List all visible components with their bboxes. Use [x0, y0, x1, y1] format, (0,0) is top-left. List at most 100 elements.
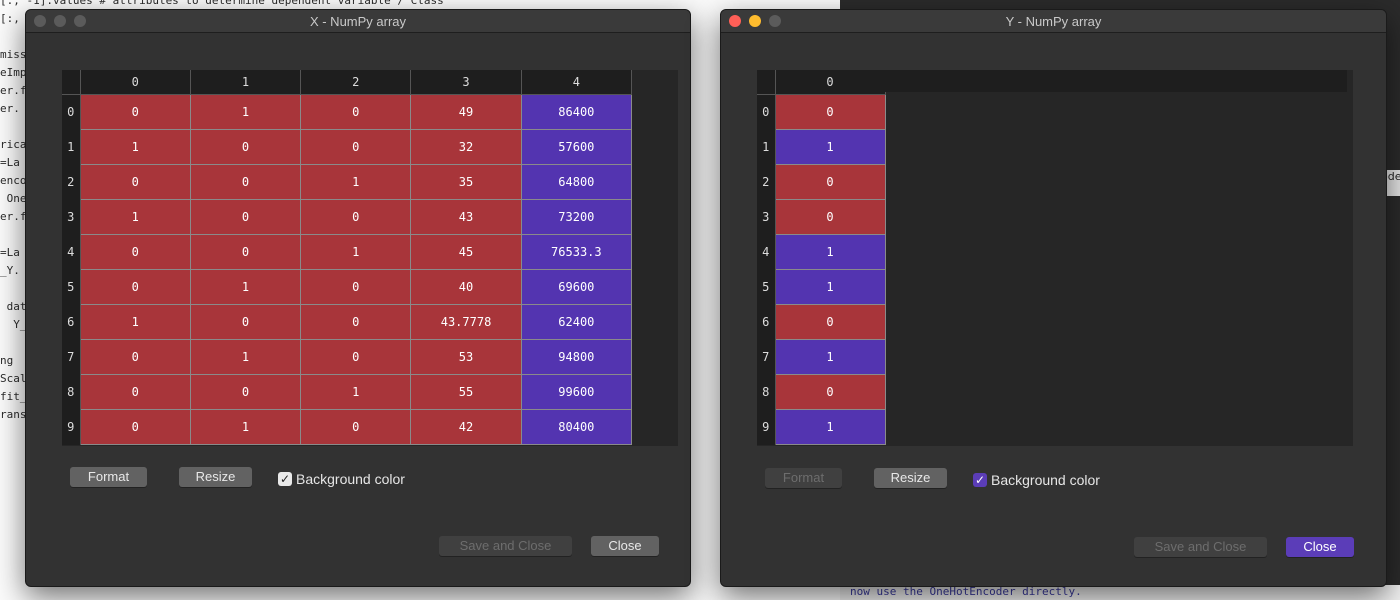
y-array-window: Y - NumPy array 0 00112030415160718091 F…	[720, 9, 1387, 587]
table-cell[interactable]: 0	[300, 199, 412, 235]
table-cell[interactable]: 32	[410, 129, 522, 165]
table-cell[interactable]: 1	[774, 409, 886, 445]
table-cell[interactable]: 1	[189, 94, 302, 130]
format-button[interactable]: Format	[70, 467, 147, 487]
table-cell[interactable]: 0	[79, 234, 191, 270]
save-and-close-button[interactable]: Save and Close	[1134, 537, 1267, 557]
table-row: 60	[757, 304, 886, 340]
table-cell[interactable]: 49	[410, 94, 522, 130]
resize-button[interactable]: Resize	[874, 468, 947, 488]
table-cell[interactable]: 80400	[520, 409, 633, 445]
table-cell[interactable]: 1	[79, 304, 191, 340]
column-header[interactable]: 0	[80, 70, 191, 95]
x-window-titlebar[interactable]: X - NumPy array	[26, 10, 690, 33]
table-cell[interactable]: 0	[300, 409, 412, 445]
table-row: 5 0 1 0 40 69600	[62, 269, 633, 305]
row-index: 8	[757, 374, 776, 410]
table-cell[interactable]: 0	[774, 164, 886, 200]
table-cell[interactable]: 62400	[520, 304, 633, 340]
column-header[interactable]: 4	[521, 70, 633, 95]
close-button[interactable]: Close	[591, 536, 659, 556]
table-cell[interactable]: 1	[300, 234, 412, 270]
table-cell[interactable]: 0	[79, 374, 191, 410]
column-header[interactable]: 1	[190, 70, 302, 95]
close-button[interactable]: Close	[1286, 537, 1354, 557]
table-row: 9 0 1 0 42 80400	[62, 409, 633, 445]
save-and-close-button[interactable]: Save and Close	[439, 536, 572, 556]
table-cell[interactable]: 0	[774, 304, 886, 340]
row-index: 0	[62, 94, 81, 130]
table-cell[interactable]: 40	[410, 269, 522, 305]
table-cell[interactable]: 0	[79, 339, 191, 375]
table-cell[interactable]: 0	[189, 304, 302, 340]
table-cell[interactable]: 1	[79, 129, 191, 165]
format-button[interactable]: Format	[765, 468, 842, 488]
table-cell[interactable]: 94800	[520, 339, 633, 375]
table-cell[interactable]: 1	[300, 164, 412, 200]
table-cell[interactable]: 57600	[520, 129, 633, 165]
table-cell[interactable]: 35	[410, 164, 522, 200]
table-row: 3 1 0 0 43 73200	[62, 199, 633, 235]
table-row: 00	[757, 94, 886, 130]
table-cell[interactable]: 1	[79, 199, 191, 235]
table-cell[interactable]: 0	[189, 129, 302, 165]
table-cell[interactable]: 0	[189, 199, 302, 235]
table-row: 6 1 0 0 43.7778 62400	[62, 304, 633, 340]
table-cell[interactable]: 99600	[520, 374, 633, 410]
table-cell[interactable]: 1	[774, 269, 886, 305]
table-cell[interactable]: 0	[300, 339, 412, 375]
y-array-grid[interactable]: 0 00112030415160718091	[757, 70, 1353, 446]
table-cell[interactable]: 1	[774, 234, 886, 270]
column-header[interactable]: 3	[410, 70, 522, 95]
table-cell[interactable]: 76533.3	[520, 234, 633, 270]
table-cell[interactable]: 42	[410, 409, 522, 445]
row-index: 8	[62, 374, 81, 410]
table-cell[interactable]: 1	[189, 409, 302, 445]
table-cell[interactable]: 0	[300, 269, 412, 305]
table-cell[interactable]: 43	[410, 199, 522, 235]
table-row: 8 0 0 1 55 99600	[62, 374, 633, 410]
resize-button[interactable]: Resize	[179, 467, 252, 487]
table-cell[interactable]: 53	[410, 339, 522, 375]
table-cell[interactable]: 55	[410, 374, 522, 410]
row-index: 1	[757, 129, 776, 165]
table-cell[interactable]: 86400	[520, 94, 633, 130]
table-cell[interactable]: 0	[79, 269, 191, 305]
table-cell[interactable]: 0	[774, 94, 886, 130]
table-cell[interactable]: 0	[774, 374, 886, 410]
table-cell[interactable]: 0	[189, 374, 302, 410]
column-header[interactable]: 0	[775, 70, 886, 95]
table-cell[interactable]: 1	[189, 339, 302, 375]
table-row: 0 0 1 0 49 86400	[62, 94, 633, 130]
table-cell[interactable]: 1	[189, 269, 302, 305]
table-cell[interactable]: 0	[79, 164, 191, 200]
table-cell[interactable]: 45	[410, 234, 522, 270]
table-cell[interactable]: 0	[300, 94, 412, 130]
table-row: 20	[757, 164, 886, 200]
table-cell[interactable]: 0	[79, 94, 191, 130]
table-cell[interactable]: 1	[300, 374, 412, 410]
background-color-checkbox[interactable]: ✓	[973, 473, 987, 487]
table-cell[interactable]: 0	[189, 234, 302, 270]
table-cell[interactable]: 1	[774, 339, 886, 375]
table-cell[interactable]: 0	[300, 129, 412, 165]
row-index: 6	[62, 304, 81, 340]
background-console-line: now use the OneHotEncoder directly.	[840, 585, 1400, 600]
table-cell[interactable]: 1	[774, 129, 886, 165]
table-cell[interactable]: 64800	[520, 164, 633, 200]
row-index: 2	[757, 164, 776, 200]
table-row: 7 0 1 0 53 94800	[62, 339, 633, 375]
x-array-grid[interactable]: 01234 0 0 1 0 49 86400 1 1 0 0 32 57600 2 0 0 1 35 64800 3…	[62, 70, 678, 446]
y-window-titlebar[interactable]: Y - NumPy array	[721, 10, 1386, 33]
table-cell[interactable]: 0	[300, 304, 412, 340]
table-cell[interactable]: 0	[79, 409, 191, 445]
table-row: 30	[757, 199, 886, 235]
table-cell[interactable]: 43.7778	[410, 304, 522, 340]
background-color-checkbox[interactable]: ✓	[278, 472, 292, 486]
row-index: 7	[62, 339, 81, 375]
table-cell[interactable]: 73200	[520, 199, 633, 235]
table-cell[interactable]: 0	[189, 164, 302, 200]
table-cell[interactable]: 0	[774, 199, 886, 235]
column-header[interactable]: 2	[300, 70, 412, 95]
table-cell[interactable]: 69600	[520, 269, 633, 305]
